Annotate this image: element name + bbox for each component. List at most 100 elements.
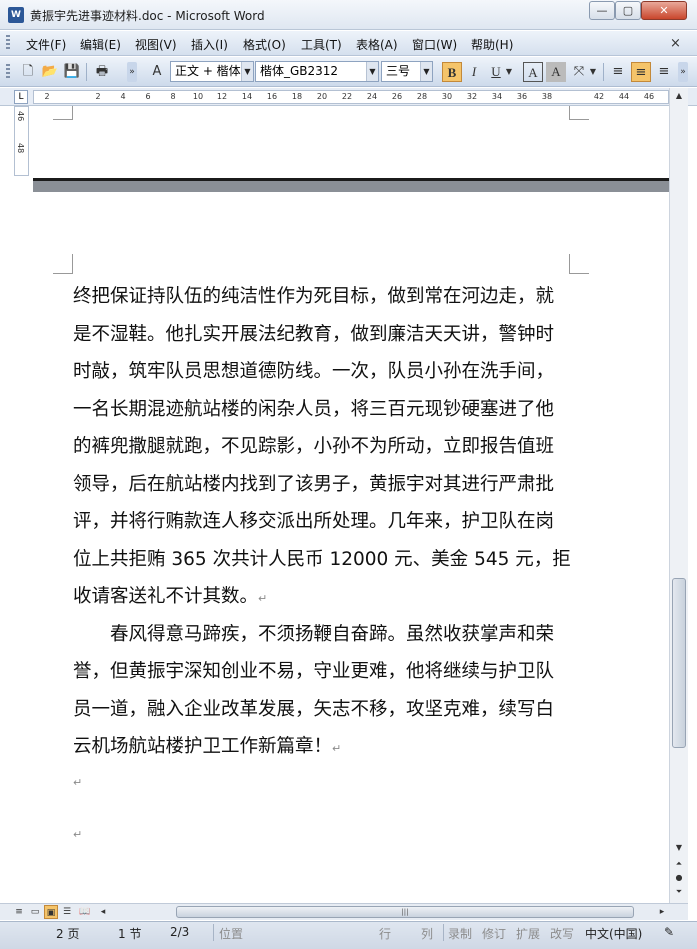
next-page-icon[interactable]: ⏷ <box>671 884 687 900</box>
maximize-button[interactable]: ▢ <box>615 1 641 20</box>
align-right-icon[interactable]: ≡ <box>654 62 674 82</box>
font-combo[interactable]: 楷体_GB2312 ▼ <box>255 61 379 82</box>
empty-paragraph[interactable]: ↵ <box>73 822 583 843</box>
ruler-tick: 24 <box>366 92 378 101</box>
paragraph-line-end[interactable]: 收请客送礼不计其数。↵ <box>73 582 583 608</box>
menu-view[interactable]: 视图(V) <box>135 36 177 53</box>
character-border-button[interactable]: A <box>523 62 543 82</box>
paragraph-line-end[interactable]: 云机场航站楼护卫工作新篇章！↵ <box>73 732 583 758</box>
status-language[interactable]: 中文(中国) <box>585 925 642 942</box>
close-button[interactable]: ✕ <box>641 1 687 20</box>
styles-pane-icon[interactable]: A <box>147 62 167 82</box>
status-track-changes[interactable]: 修订 <box>482 925 506 942</box>
paragraph-line[interactable]: 领导，后在航站楼内找到了该男子，黄振宇对其进行严肃批 <box>73 470 583 496</box>
italic-button[interactable]: I <box>464 62 484 82</box>
toolbar-grip[interactable] <box>6 64 10 80</box>
tab-selector[interactable]: L <box>14 90 28 104</box>
status-extend[interactable]: 扩展 <box>516 925 540 942</box>
spelling-check-icon[interactable]: ✎ <box>664 925 674 939</box>
toolbar-separator <box>86 63 87 81</box>
ruler-tick: 2 <box>44 92 50 101</box>
scroll-up-icon[interactable]: ▲ <box>671 88 687 104</box>
paragraph-line[interactable]: 誉，但黄振宇深知创业不易，守业更难，他将继续与护卫队 <box>73 657 583 683</box>
ruler-tick: 12 <box>216 92 228 101</box>
character-shading-button[interactable]: A <box>546 62 566 82</box>
chevron-down-icon[interactable]: ▼ <box>420 62 432 81</box>
paragraph-line[interactable]: 终把保证持队伍的纯洁性作为死目标，做到常在河边走，就 <box>73 282 583 308</box>
status-page: 2 页 <box>56 927 80 941</box>
paragraph-line[interactable]: 一名长期混迹航站楼的闲杂人员，将三百元现钞硬塞进了他 <box>73 395 583 421</box>
horizontal-ruler[interactable]: 2 2 4 6 8 10 12 14 16 18 20 22 24 26 28 … <box>33 90 669 104</box>
menu-tools[interactable]: 工具(T) <box>301 36 342 53</box>
status-overtype[interactable]: 改写 <box>550 925 574 942</box>
paragraph-line[interactable]: 员一道，融入企业改革发展，矢志不移，攻坚克难，续写白 <box>73 695 583 721</box>
vruler-tick: 48 <box>16 143 25 154</box>
menu-window[interactable]: 窗口(W) <box>412 36 457 53</box>
paragraph-line[interactable]: 是不湿鞋。他扎实开展法纪教育，做到廉洁天天讲，警钟时 <box>73 320 583 346</box>
ruler-tick: 42 <box>593 92 605 101</box>
menu-format[interactable]: 格式(O) <box>243 36 286 53</box>
ruler-tick: 32 <box>466 92 478 101</box>
menu-insert[interactable]: 插入(I) <box>191 36 228 53</box>
horizontal-scroll-thumb[interactable]: ||| <box>176 906 634 918</box>
reading-layout-icon[interactable]: 📖 <box>78 905 92 919</box>
outline-view-icon[interactable]: ☰ <box>60 905 74 919</box>
menu-edit[interactable]: 编辑(E) <box>80 36 121 53</box>
align-center-icon[interactable]: ≡ <box>631 62 651 82</box>
open-folder-icon[interactable]: 📂 <box>40 62 60 82</box>
menu-grip[interactable] <box>6 35 10 51</box>
chevron-down-icon[interactable]: ▼ <box>366 62 378 81</box>
ruler-tick: 46 <box>643 92 655 101</box>
status-section: 1 节 <box>118 927 142 941</box>
ruler-tick: 16 <box>266 92 278 101</box>
minimize-button[interactable]: — <box>589 1 615 20</box>
style-combo[interactable]: 正文 + 楷体 ▼ <box>170 61 254 82</box>
font-size-combo[interactable]: 三号 ▼ <box>381 61 433 82</box>
print-layout-icon[interactable]: ▣ <box>44 905 58 919</box>
paragraph-line[interactable]: 时敲，筑牢队员思想道德防线。一次，队员小孙在洗手间， <box>73 357 583 383</box>
paragraph-line[interactable]: 评，并将行贿款连人移交派出所处理。几年来，护卫队在岗 <box>73 507 583 533</box>
menu-table[interactable]: 表格(A) <box>356 36 398 53</box>
underline-button[interactable]: U <box>486 62 506 82</box>
paragraph-line[interactable]: 位上共拒贿 365 次共计人民币 12000 元、美金 545 元，拒 <box>73 545 583 571</box>
chevron-down-icon[interactable]: ▼ <box>241 62 253 81</box>
font-size-value: 三号 <box>386 64 411 78</box>
normal-view-icon[interactable]: ≡ <box>12 905 26 919</box>
vertical-scrollbar[interactable]: ▲ ▼ ⏶ ● ⏷ <box>669 88 688 903</box>
margin-corner-mark <box>53 106 73 120</box>
character-scaling-icon[interactable]: ⤧ <box>569 62 589 82</box>
ruler-tick: 44 <box>618 92 630 101</box>
ruler-tick: 28 <box>416 92 428 101</box>
close-document-icon[interactable]: × <box>670 36 681 51</box>
scroll-thumb[interactable] <box>672 578 686 748</box>
toolbar-options-icon[interactable]: » <box>678 62 688 82</box>
vertical-ruler[interactable]: 46 48 <box>14 106 29 176</box>
empty-paragraph[interactable]: ↵ <box>73 770 583 791</box>
window-title: 黄振宇先进事迹材料.doc - Microsoft Word <box>30 9 265 23</box>
toolbar-options-icon[interactable]: » <box>127 62 137 82</box>
margin-corner-mark <box>53 254 73 274</box>
paragraph-line[interactable]: 春风得意马蹄疾，不须扬鞭自奋蹄。虽然收获掌声和荣 <box>73 620 583 646</box>
scroll-down-icon[interactable]: ▼ <box>671 840 687 856</box>
web-layout-icon[interactable]: ▭ <box>28 905 42 919</box>
status-record[interactable]: 录制 <box>448 925 472 942</box>
document-area[interactable]: 终把保证持队伍的纯洁性作为死目标，做到常在河边走，就 是不湿鞋。他扎实开展法纪教… <box>0 106 669 903</box>
word-doc-icon[interactable]: W <box>8 7 24 23</box>
ruler-tick: 30 <box>441 92 453 101</box>
chevron-down-icon[interactable]: ▼ <box>588 62 598 82</box>
save-icon[interactable]: 💾 <box>62 62 82 82</box>
ruler-tick: 2 <box>95 92 101 101</box>
scroll-right-icon[interactable]: ▸ <box>655 905 669 919</box>
toolbar-separator <box>603 63 604 81</box>
align-justify-icon[interactable]: ≡ <box>608 62 628 82</box>
chevron-down-icon[interactable]: ▼ <box>504 62 514 82</box>
bold-button[interactable]: B <box>442 62 462 82</box>
print-icon[interactable]: 🖶 <box>92 62 112 82</box>
paragraph-line[interactable]: 的裤兜撒腿就跑，不见踪影，小孙不为所动，立即报告值班 <box>73 432 583 458</box>
horizontal-scrollbar[interactable]: ||| <box>108 906 668 918</box>
ruler-bar: L 2 2 4 6 8 10 12 14 16 18 20 22 24 26 2… <box>0 88 697 106</box>
menu-file[interactable]: 文件(F) <box>26 36 66 53</box>
paragraph-text: 云机场航站楼护卫工作新篇章！ <box>73 736 333 757</box>
new-document-icon[interactable]: 🗋 <box>18 62 38 82</box>
menu-help[interactable]: 帮助(H) <box>471 36 513 53</box>
